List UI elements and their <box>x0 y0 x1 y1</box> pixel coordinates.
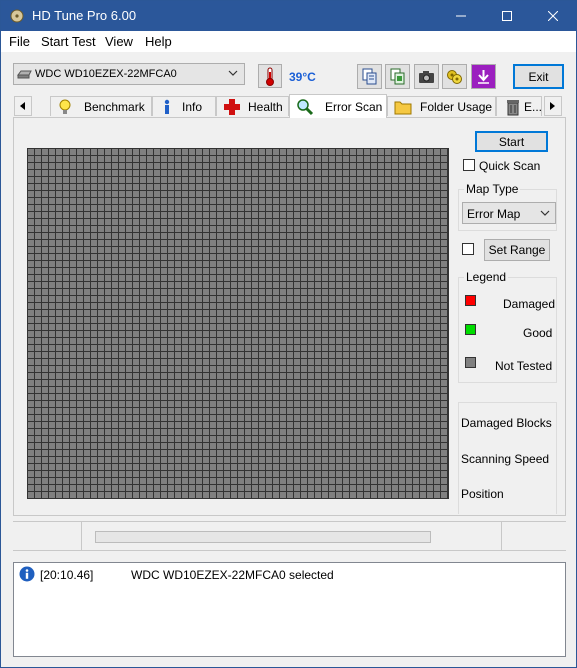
chevron-down-icon <box>228 70 238 76</box>
legend-good-swatch <box>465 324 476 335</box>
tab-erase[interactable]: E... <box>496 96 542 116</box>
tab-scroll-right-button[interactable] <box>544 96 562 116</box>
options-icon <box>447 70 462 84</box>
menu-view[interactable]: View <box>105 34 133 49</box>
info-icon <box>19 566 35 582</box>
thermometer-icon <box>266 67 274 86</box>
title-bar[interactable]: HD Tune Pro 6.00 <box>1 1 576 31</box>
menu-bar: File Start Test View Help <box>1 31 576 52</box>
caret-left-icon <box>20 102 25 110</box>
error-scan-block-map <box>27 148 449 499</box>
minimize-button[interactable] <box>438 1 484 31</box>
window-title: HD Tune Pro 6.00 <box>32 8 137 23</box>
log-panel[interactable]: [20:10.46] WDC WD10EZEX-22MFCA0 selected <box>13 562 566 657</box>
minimize-icon <box>456 15 466 17</box>
copy-text-button[interactable] <box>357 64 382 89</box>
start-button[interactable]: Start <box>475 131 548 152</box>
tab-info[interactable]: Info <box>152 96 216 116</box>
tab-label: Error Scan <box>325 100 383 114</box>
tab-benchmark[interactable]: Benchmark <box>50 96 152 116</box>
menu-file[interactable]: File <box>9 34 30 49</box>
options-button[interactable] <box>442 64 467 89</box>
close-button[interactable] <box>530 1 576 31</box>
menu-help[interactable]: Help <box>145 34 172 49</box>
legend-damaged-label: Damaged <box>503 297 556 311</box>
tab-label: Benchmark <box>84 100 145 114</box>
copy-screen-icon <box>390 68 405 85</box>
download-icon <box>478 70 489 84</box>
save-button[interactable] <box>471 64 496 89</box>
tab-folder-usage[interactable]: Folder Usage <box>387 96 496 116</box>
exit-button[interactable]: Exit <box>513 64 564 89</box>
drive-select-value: WDC WD10EZEX-22MFCA0 <box>35 68 177 80</box>
set-range-button[interactable]: Set Range <box>484 239 550 261</box>
log-entry: [20:10.46] WDC WD10EZEX-22MFCA0 selected <box>19 566 559 584</box>
tab-error-scan[interactable]: Error Scan <box>289 94 387 118</box>
position-label: Position <box>461 487 504 501</box>
temperature-value: 39°C <box>289 70 316 84</box>
legend-not-tested-label: Not Tested <box>495 359 553 373</box>
info-icon <box>164 99 170 114</box>
tab-label: E... <box>524 100 543 114</box>
copy-text-icon <box>362 68 377 85</box>
tab-label: Folder Usage <box>420 100 493 114</box>
quick-scan-checkbox[interactable] <box>463 159 475 171</box>
log-time: [20:10.46] <box>40 568 94 582</box>
status-divider <box>81 522 82 550</box>
app-disk-icon <box>10 9 24 23</box>
tab-health[interactable]: Health <box>216 96 289 116</box>
drive-select[interactable]: WDC WD10EZEX-22MFCA0 <box>13 63 245 85</box>
legend-not-tested-swatch <box>465 357 476 368</box>
status-divider <box>501 522 502 550</box>
temperature-button[interactable] <box>258 64 282 88</box>
map-type-title: Map Type <box>464 182 521 196</box>
set-range-checkbox[interactable] <box>462 243 474 255</box>
maximize-icon <box>502 11 512 21</box>
tab-label: Health <box>248 100 283 114</box>
legend-good-label: Good <box>523 326 553 340</box>
progress-bar <box>95 531 431 543</box>
camera-icon <box>419 71 434 83</box>
damaged-blocks-label: Damaged Blocks <box>461 416 552 430</box>
quick-scan-label[interactable]: Quick Scan <box>479 159 540 173</box>
log-message: WDC WD10EZEX-22MFCA0 selected <box>131 568 334 582</box>
screenshot-button[interactable] <box>414 64 439 89</box>
copy-screen-button[interactable] <box>385 64 410 89</box>
map-type-select[interactable]: Error Map <box>462 202 556 224</box>
app-window: HD Tune Pro 6.00 File Start Test View He… <box>0 0 577 668</box>
hard-drive-icon <box>17 70 32 79</box>
scanning-speed-label: Scanning Speed <box>461 452 550 466</box>
magnifier-icon <box>297 99 314 116</box>
legend-title: Legend <box>464 270 509 284</box>
lightbulb-icon <box>59 99 71 114</box>
map-type-value: Error Map <box>467 207 521 221</box>
menu-start-test[interactable]: Start Test <box>41 34 96 49</box>
caret-right-icon <box>550 102 555 110</box>
tab-scroll-left-button[interactable] <box>14 96 32 116</box>
trash-icon <box>507 100 519 116</box>
legend-damaged-swatch <box>465 295 476 306</box>
maximize-button[interactable] <box>484 1 530 31</box>
close-icon <box>548 11 558 21</box>
chevron-down-icon <box>540 210 550 216</box>
folder-icon <box>394 101 412 115</box>
tab-label: Info <box>182 100 203 114</box>
health-cross-icon <box>224 99 240 115</box>
